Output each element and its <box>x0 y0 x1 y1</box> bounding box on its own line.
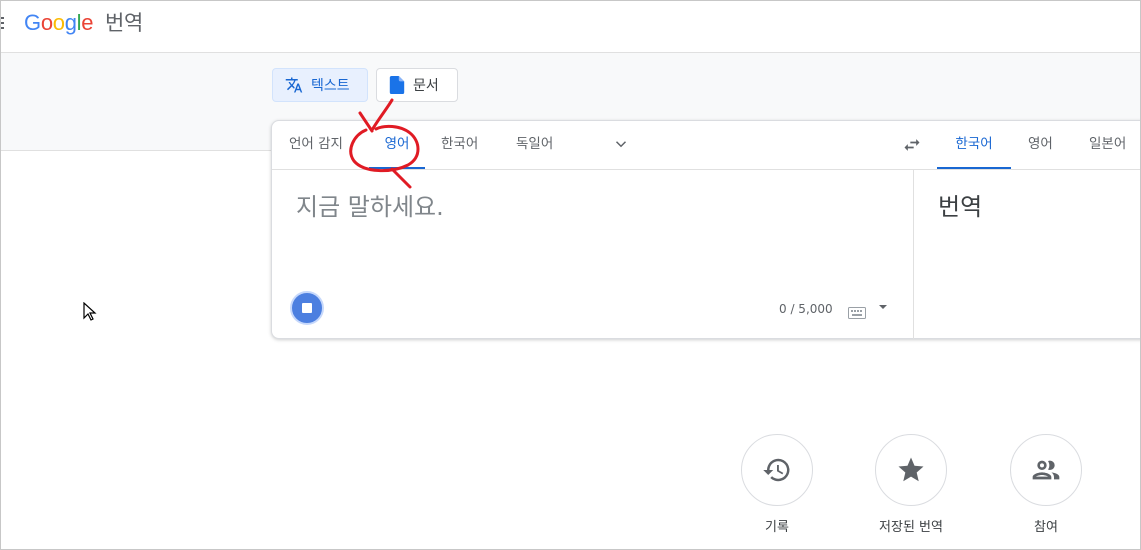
document-icon <box>389 76 405 94</box>
document-mode-button[interactable]: 문서 <box>376 68 458 102</box>
document-mode-label: 문서 <box>413 78 439 94</box>
tab-source-english[interactable]: 영어 <box>369 121 425 169</box>
tab-target-japanese[interactable]: 일본어 <box>1089 121 1126 169</box>
contribute-action[interactable]: 참여 <box>1010 434 1082 535</box>
translation-output: 번역 <box>938 193 983 221</box>
product-name: 번역 <box>104 11 144 35</box>
star-icon <box>898 457 924 482</box>
source-language-more-button[interactable] <box>612 135 630 155</box>
chevron-down-icon <box>615 141 627 148</box>
tab-source-korean[interactable]: 한국어 <box>441 121 478 169</box>
history-button[interactable] <box>741 434 813 506</box>
logo-letter-g: G <box>24 10 41 35</box>
swap-icon <box>904 139 920 151</box>
google-translate-logo[interactable]: Google 번역 <box>24 7 143 37</box>
saved-button[interactable] <box>875 434 947 506</box>
character-counter: 0 / 5,000 <box>779 302 833 316</box>
logo-letter-o1: o <box>40 10 53 35</box>
stop-icon <box>302 303 312 313</box>
tab-source-german[interactable]: 독일어 <box>516 121 553 169</box>
stop-voice-input-button[interactable] <box>290 291 324 325</box>
saved-action[interactable]: 저장된 번역 <box>875 434 947 535</box>
text-mode-label: 텍스트 <box>311 78 350 94</box>
keyboard-dropdown-caret[interactable] <box>879 305 887 309</box>
contribute-button[interactable] <box>1010 434 1082 506</box>
menu-icon[interactable] <box>0 14 6 29</box>
swap-languages-button[interactable] <box>902 135 922 155</box>
tab-detect-language[interactable]: 언어 감지 <box>289 121 343 169</box>
logo-letter-e: e <box>81 10 94 35</box>
logo-letter-g2: g <box>64 10 77 35</box>
source-text-input[interactable]: 지금 말하세요. <box>296 187 444 222</box>
people-icon <box>1032 460 1060 480</box>
logo-letter-o2: o <box>52 10 65 35</box>
history-icon <box>763 458 790 482</box>
saved-label: 저장된 번역 <box>879 520 943 535</box>
mouse-cursor-icon <box>83 301 97 326</box>
panel-divider <box>913 169 914 339</box>
keyboard-icon[interactable] <box>848 304 866 323</box>
translation-panel: 언어 감지 영어 한국어 독일어 한국어 영어 일본어 지금 말하세요. 번역 … <box>271 120 1141 339</box>
language-tab-bar: 언어 감지 영어 한국어 독일어 한국어 영어 일본어 <box>272 121 1141 170</box>
text-mode-button[interactable]: 텍스트 <box>272 68 368 102</box>
translate-icon <box>285 76 303 94</box>
contribute-label: 참여 <box>1034 520 1058 535</box>
app-header: Google 번역 <box>0 0 1141 53</box>
history-action[interactable]: 기록 <box>741 434 813 535</box>
tab-target-english[interactable]: 영어 <box>1028 121 1053 169</box>
history-label: 기록 <box>765 520 789 535</box>
tab-target-korean[interactable]: 한국어 <box>937 121 1011 169</box>
